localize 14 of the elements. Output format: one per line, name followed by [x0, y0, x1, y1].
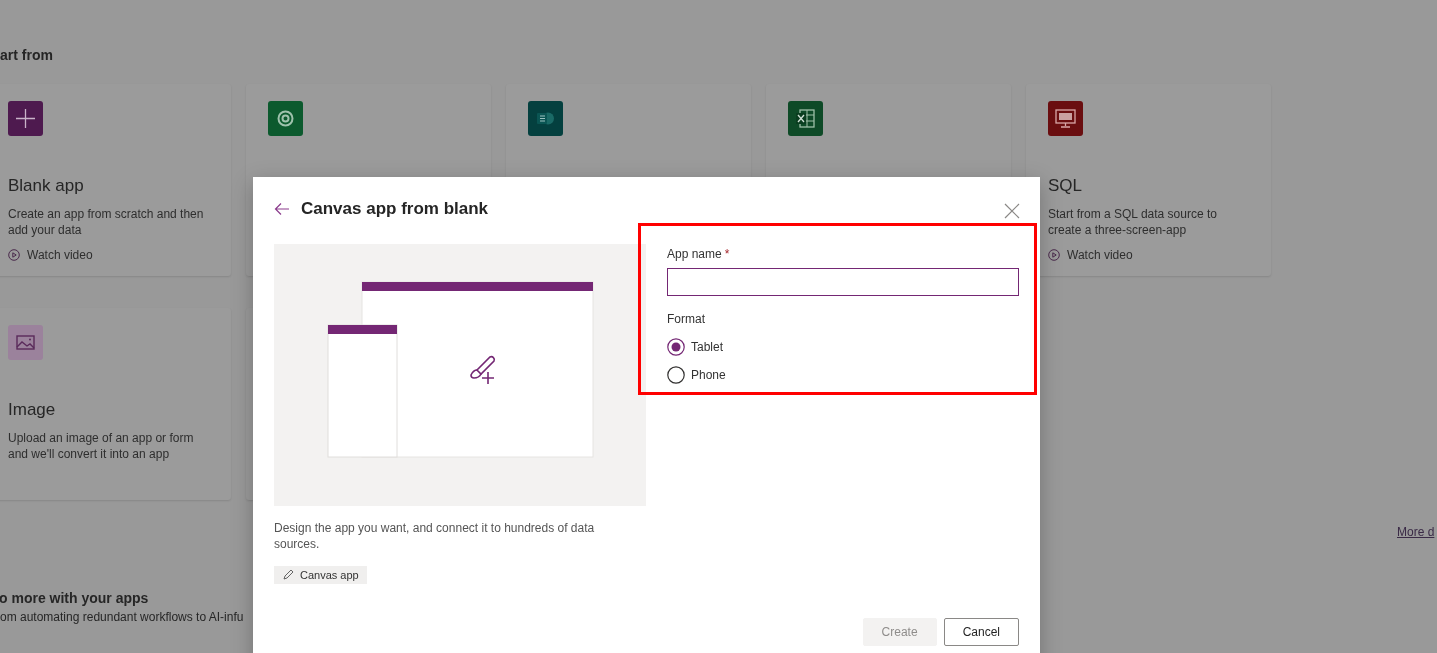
card-title: SQL — [1048, 175, 1083, 197]
section-heading: o more with your apps — [0, 590, 150, 607]
card-description: Upload an image of an app or form and we'll convert it into an app — [8, 430, 195, 462]
dialog-description: Design the app you want, and connect it to hundreds of data sources. — [274, 520, 596, 552]
section-heading: art from — [0, 46, 54, 64]
card-description: Start from a SQL data source to create a three-screen-app — [1048, 206, 1218, 238]
card-title: Image — [8, 399, 56, 421]
dialog-title: Canvas app from blank — [301, 199, 489, 219]
field-label: App name * — [667, 246, 730, 262]
section-subtitle: om automating redundant workflows to AI-infu — [0, 610, 245, 625]
card-description: Create an app from scratch and then add your data — [8, 206, 205, 238]
field-label: Format — [667, 312, 705, 326]
card-title: Blank app — [8, 175, 84, 197]
canvas-app-tag: Canvas app — [274, 566, 367, 584]
